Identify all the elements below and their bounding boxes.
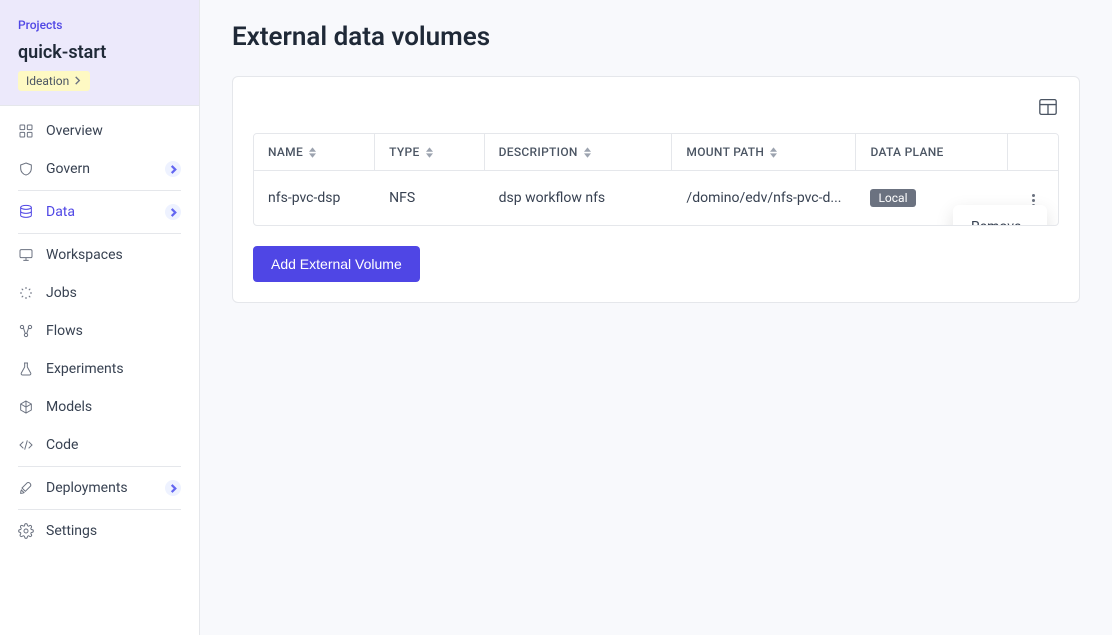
page-title: External data volumes xyxy=(232,22,1080,52)
column-header-label: DESCRIPTION xyxy=(499,145,578,159)
cube-icon xyxy=(18,399,34,415)
sidebar-item-data[interactable]: Data xyxy=(0,193,199,231)
sidebar-header: Projects quick-start Ideation xyxy=(0,0,199,106)
sidebar-item-label: Experiments xyxy=(46,361,181,377)
sort-icon xyxy=(309,147,316,158)
sort-icon xyxy=(770,147,777,158)
chevron-right-icon xyxy=(165,480,181,496)
sidebar-item-experiments[interactable]: Experiments xyxy=(0,350,199,388)
add-external-volume-button[interactable]: Add External Volume xyxy=(253,246,420,282)
cell-name: nfs-pvc-dsp xyxy=(254,171,375,225)
card-toolbar xyxy=(253,97,1059,117)
cell-description: dsp workflow nfs xyxy=(485,171,673,225)
volumes-card: NAME TYPE xyxy=(232,76,1080,303)
sidebar-nav: Overview Govern Data xyxy=(0,106,199,556)
flow-icon xyxy=(18,323,34,339)
chevron-right-icon xyxy=(73,75,82,88)
column-header-type[interactable]: TYPE xyxy=(375,134,484,171)
grid-icon xyxy=(18,123,34,139)
nav-divider xyxy=(18,466,181,467)
sidebar-item-label: Models xyxy=(46,399,181,415)
loader-icon xyxy=(18,285,34,301)
cell-actions: Remove xyxy=(1008,171,1058,225)
sidebar-item-models[interactable]: Models xyxy=(0,388,199,426)
sidebar-item-govern[interactable]: Govern xyxy=(0,150,199,188)
volumes-table: NAME TYPE xyxy=(253,133,1059,226)
column-header-description[interactable]: DESCRIPTION xyxy=(485,134,673,171)
column-header-label: TYPE xyxy=(389,145,419,159)
column-header-label: DATA PLANE xyxy=(870,145,943,159)
column-header-label: MOUNT PATH xyxy=(686,145,764,159)
row-actions-menu: Remove xyxy=(953,205,1047,226)
sidebar-item-label: Jobs xyxy=(46,285,181,301)
sidebar-item-label: Overview xyxy=(46,123,181,139)
main-content: External data volumes NAME xyxy=(200,0,1112,635)
sidebar-item-label: Settings xyxy=(46,523,181,539)
sidebar-item-label: Govern xyxy=(46,161,153,177)
sidebar-item-workspaces[interactable]: Workspaces xyxy=(0,236,199,274)
database-icon xyxy=(18,204,34,220)
project-name: quick-start xyxy=(18,42,181,63)
table-row: nfs-pvc-dsp NFS dsp workflow nfs /domino… xyxy=(254,171,1058,225)
nav-divider xyxy=(18,233,181,234)
sidebar-item-jobs[interactable]: Jobs xyxy=(0,274,199,312)
cell-type: NFS xyxy=(375,171,484,225)
sidebar-item-label: Workspaces xyxy=(46,247,181,263)
sidebar-item-label: Data xyxy=(46,204,153,220)
sidebar: Projects quick-start Ideation Overview G… xyxy=(0,0,200,635)
flask-icon xyxy=(18,361,34,377)
sidebar-item-settings[interactable]: Settings xyxy=(0,512,199,550)
chevron-right-icon xyxy=(165,161,181,177)
rocket-icon xyxy=(18,480,34,496)
gear-icon xyxy=(18,523,34,539)
column-header-actions xyxy=(1008,134,1058,171)
menu-item-remove[interactable]: Remove xyxy=(953,209,1047,226)
sort-icon xyxy=(584,147,591,158)
projects-breadcrumb-link[interactable]: Projects xyxy=(18,18,181,32)
chevron-right-icon xyxy=(165,204,181,220)
sidebar-item-deployments[interactable]: Deployments xyxy=(0,469,199,507)
column-header-name[interactable]: NAME xyxy=(254,134,375,171)
sidebar-item-label: Code xyxy=(46,437,181,453)
sidebar-item-label: Flows xyxy=(46,323,181,339)
sidebar-item-code[interactable]: Code xyxy=(0,426,199,464)
nav-divider xyxy=(18,190,181,191)
shield-icon xyxy=(18,161,34,177)
data-plane-badge: Local xyxy=(870,189,915,207)
stage-badge[interactable]: Ideation xyxy=(18,71,90,91)
nav-divider xyxy=(18,509,181,510)
column-header-data-plane[interactable]: DATA PLANE xyxy=(856,134,1008,171)
sidebar-item-overview[interactable]: Overview xyxy=(0,112,199,150)
column-settings-button[interactable] xyxy=(1037,97,1059,117)
column-header-mount-path[interactable]: MOUNT PATH xyxy=(672,134,856,171)
code-icon xyxy=(18,437,34,453)
sidebar-item-label: Deployments xyxy=(46,480,153,496)
monitor-icon xyxy=(18,247,34,263)
cell-mount-path: /domino/edv/nfs-pvc-d... xyxy=(672,171,856,225)
column-header-label: NAME xyxy=(268,145,303,159)
sidebar-item-flows[interactable]: Flows xyxy=(0,312,199,350)
sort-icon xyxy=(426,147,433,158)
stage-badge-label: Ideation xyxy=(26,74,69,88)
